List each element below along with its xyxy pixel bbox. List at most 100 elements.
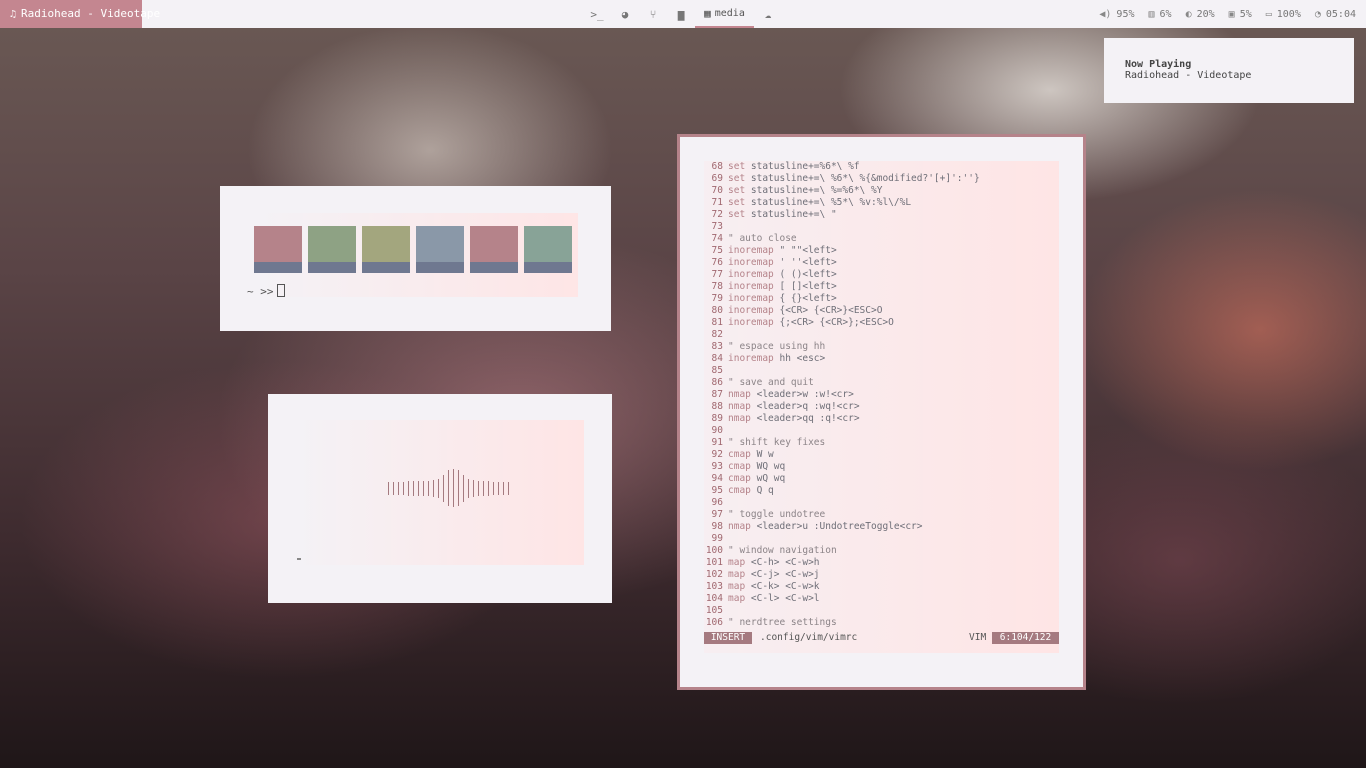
swatch-color (416, 226, 464, 262)
cloud-icon: ☁ (764, 7, 772, 21)
now-playing-tag[interactable]: ♫ Radiohead - Videotape (0, 0, 160, 28)
notification-title: Now Playing (1125, 59, 1192, 70)
audio-visualizer-window[interactable] (268, 394, 612, 603)
line-number: 83 (711, 341, 723, 352)
code-text: " ""<left> (773, 245, 837, 256)
color-swatch (416, 226, 464, 273)
code-keyword: cmap (728, 485, 751, 496)
color-swatch (362, 226, 410, 273)
code-comment: " auto close (728, 233, 797, 244)
swatch-color (470, 226, 518, 262)
code-text: {<CR> {<CR>}<ESC>O (773, 305, 883, 316)
workspace-git-branch[interactable]: ⑂ (639, 0, 667, 28)
code-text: hh <esc> (773, 353, 826, 364)
code-line: 98 nmap <leader>u :UndotreeToggle<cr> (704, 521, 1059, 533)
code-text: <leader>q :wq!<cr> (750, 401, 860, 412)
memory-icon: ▥ (1148, 8, 1155, 20)
line-number: 85 (711, 365, 723, 376)
code-keyword: map (728, 569, 746, 580)
code-line: 94 cmap wQ wq (704, 473, 1059, 485)
code-keyword: nmap (728, 401, 751, 412)
code-line: 81 inoremap {;<CR> {<CR>};<ESC>O (704, 317, 1059, 329)
code-line: 69 set statusline+=\ %6*\ %{&modified?'[+… (704, 173, 1059, 185)
vim-filetype: VIM (969, 632, 987, 643)
code-text: <leader>qq :q!<cr> (750, 413, 860, 424)
workspace-folder[interactable]: ▆ (667, 0, 695, 28)
code-text: {;<CR> {<CR>};<ESC>O (773, 317, 894, 328)
code-text: <C-h> <C-w>h (745, 557, 820, 568)
code-text: statusline+=\ %6*\ %{&modified?'[+]':''} (745, 173, 980, 184)
code-line: 91 " shift key fixes (704, 437, 1059, 449)
code-comment: " save and quit (728, 377, 814, 388)
code-text: <C-k> <C-w>k (745, 581, 820, 592)
swatch-color (308, 226, 356, 262)
swatch-base (416, 262, 464, 273)
code-line: 84 inoremap hh <esc> (704, 353, 1059, 365)
visualizer-bar (493, 481, 494, 495)
visualizer-bar (508, 481, 509, 495)
line-number: 104 (705, 593, 723, 604)
line-number: 87 (711, 389, 723, 400)
line-number: 101 (705, 557, 723, 568)
visualizer-bar (398, 481, 399, 495)
line-number: 102 (705, 569, 723, 580)
code-line: 97 " toggle undotree (704, 509, 1059, 521)
code-line: 71 set statusline+=\ %5*\ %v:%l\/%L (704, 197, 1059, 209)
clock-stat[interactable]: ◔ 05:04 (1315, 9, 1356, 20)
line-number: 94 (711, 473, 723, 484)
code-keyword: inoremap (728, 305, 774, 316)
visualizer-bar (448, 470, 449, 506)
code-keyword: inoremap (728, 245, 774, 256)
code-line: 72 set statusline+=\ " (704, 209, 1059, 221)
folder-icon: ▆ (677, 7, 685, 21)
line-number: 103 (705, 581, 723, 592)
code-line: 80 inoremap {<CR> {<CR>}<ESC>O (704, 305, 1059, 317)
visualizer-bar (498, 481, 499, 495)
palette-terminal-window[interactable]: ~ >> (220, 186, 611, 331)
code-keyword: map (728, 593, 746, 604)
code-line: 90 (704, 425, 1059, 437)
vim-buffer[interactable]: 68 set statusline+=%6*\ %f 69 set statuslin… (704, 161, 1059, 629)
workspace-terminal[interactable]: >_ (583, 0, 611, 28)
line-number: 82 (711, 329, 723, 340)
code-line: 102 map <C-j> <C-w>j (704, 569, 1059, 581)
visualizer-bar (428, 480, 429, 496)
volume-stat[interactable]: ◀) 95% (1099, 9, 1134, 20)
memory-stat[interactable]: ▥ 6% (1148, 9, 1171, 20)
clock-icon: ◔ (1314, 8, 1321, 20)
line-number: 88 (711, 401, 723, 412)
code-line: 86 " save and quit (704, 377, 1059, 389)
workspace-cloud[interactable]: ☁ (754, 0, 782, 28)
vim-editor-window[interactable]: 68 set statusline+=%6*\ %f 69 set statuslin… (677, 134, 1086, 690)
code-text: WQ wq (750, 461, 786, 472)
code-line: 104 map <C-l> <C-w>l (704, 593, 1059, 605)
swatch-base (362, 262, 410, 273)
now-playing-text: Radiohead - Videotape (21, 7, 161, 20)
code-text: [ []<left> (773, 281, 837, 292)
music-note-icon: ♫ (10, 9, 17, 20)
line-number: 106 (705, 617, 723, 628)
cpu-stat[interactable]: ▣ 5% (1229, 9, 1252, 20)
code-text: wQ wq (750, 473, 786, 484)
swatch-base (524, 262, 572, 273)
code-keyword: set (728, 209, 746, 220)
line-number: 97 (711, 509, 723, 520)
visualizer-bar (418, 480, 419, 496)
workspace-globe[interactable]: ◕ (611, 0, 639, 28)
code-line: 93 cmap WQ wq (704, 461, 1059, 473)
code-line: 82 (704, 329, 1059, 341)
code-line: 87 nmap <leader>w :w!<cr> (704, 389, 1059, 401)
vim-cursor-position: 6:104/122 (992, 632, 1059, 644)
code-text: ' ''<left> (773, 257, 837, 268)
code-line: 75 inoremap " ""<left> (704, 245, 1059, 257)
cursor-block (276, 284, 285, 297)
battery-stat[interactable]: ▭ 100% (1266, 9, 1301, 20)
now-playing-notification[interactable]: Now Playing Radiohead - Videotape (1104, 38, 1354, 103)
line-number: 79 (711, 293, 723, 304)
shell-prompt[interactable]: ~ >> (247, 284, 285, 298)
brightness-stat[interactable]: ◐ 20% (1186, 9, 1215, 20)
workspace-film[interactable]: ▦ media (695, 0, 754, 28)
code-line: 103 map <C-k> <C-w>k (704, 581, 1059, 593)
battery-value: 100% (1276, 8, 1301, 20)
visualizer-bar (423, 480, 424, 496)
